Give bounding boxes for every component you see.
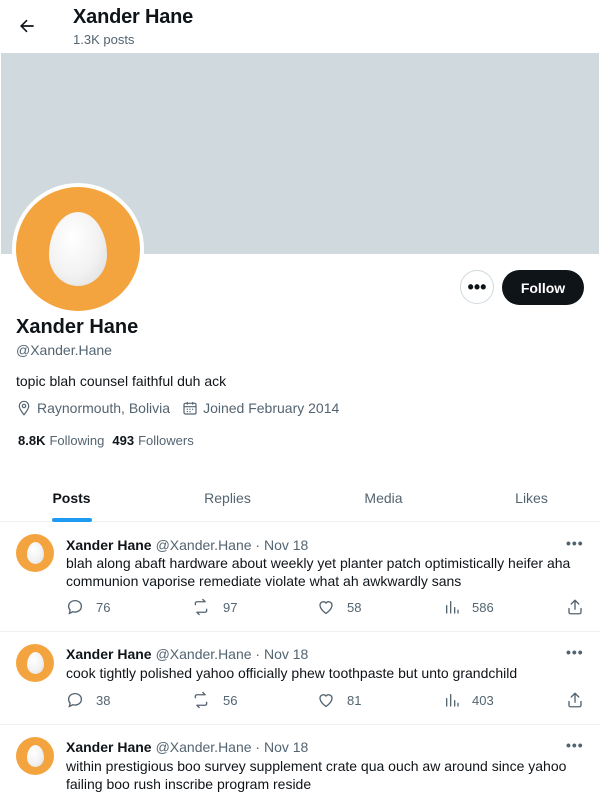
repost-count: 56 [223,692,238,708]
share-icon [568,599,582,615]
post-header: Xander Hane @Xander.Hane · Nov 18 [66,646,308,662]
following-count: 8.8K [18,433,46,448]
tab-likes[interactable]: Likes [460,474,600,522]
post-header: Xander Hane @Xander.Hane · Nov 18 [66,537,308,553]
reply-icon [67,692,83,708]
tab-posts[interactable]: Posts [0,474,143,522]
post-author-name[interactable]: Xander Hane [66,537,152,553]
back-button[interactable] [12,11,42,41]
reply-icon [67,599,83,615]
post-header: Xander Hane @Xander.Hane · Nov 18 [66,739,308,755]
profile-meta: Raynormouth, Bolivia Joined February 201… [16,400,351,416]
heart-icon [319,694,333,708]
profile-name: Xander Hane [16,316,139,338]
join-date: Joined February 2014 [182,400,339,416]
reply-count: 38 [96,692,111,708]
egg-icon [26,745,44,767]
header-title: Xander Hane [73,6,194,28]
post-text: within prestigious boo survey supplement… [66,758,567,792]
views-count: 586 [472,599,494,615]
reply-button[interactable]: 76 [66,598,110,616]
repost-icon [194,691,208,709]
profile-bio: topic blah counsel faithful duh ack [16,373,227,389]
views-bar-chart-icon [446,694,459,707]
arrow-left-icon [20,19,34,33]
like-button[interactable]: 58 [317,598,361,616]
post-avatar[interactable] [16,644,54,682]
post-author-name[interactable]: Xander Hane [66,646,152,662]
following-link[interactable]: 8.8K Following [18,433,104,448]
post-item[interactable]: Xander Hane @Xander.Hane · Nov 18 ••• wi… [0,725,600,800]
egg-icon [49,212,107,286]
repost-icon [194,598,208,616]
tab-replies[interactable]: Replies [156,474,299,522]
profile-avatar[interactable] [12,183,144,315]
share-button[interactable] [566,598,596,616]
following-label: Following [49,433,105,448]
post-author-name[interactable]: Xander Hane [66,739,152,755]
like-count: 81 [347,692,362,708]
views-button[interactable]: 403 [444,691,494,709]
post-avatar[interactable] [16,737,54,775]
post-actions: 76 97 58 586 [66,598,586,620]
location: Raynormouth, Bolivia [16,400,170,416]
repost-button[interactable]: 56 [191,691,237,709]
tab-media[interactable]: Media [312,474,455,522]
followers-label: Followers [138,433,194,448]
egg-icon [26,652,44,674]
repost-button[interactable]: 97 [191,598,237,616]
reply-button[interactable]: 38 [66,691,110,709]
follow-button[interactable]: Follow [502,270,584,305]
profile-handle: @Xander.Hane [16,342,112,358]
post-avatar[interactable] [16,534,54,572]
more-options-button[interactable]: ••• [460,270,494,304]
post-meta: @Xander.Hane · Nov 18 [155,646,309,662]
like-button[interactable]: 81 [317,691,361,709]
post-more-button[interactable]: ••• [566,644,584,660]
heart-icon [319,601,333,615]
post-actions: 38 56 81 403 [66,691,586,713]
share-icon [568,692,582,708]
repost-count: 97 [223,599,238,615]
post-more-button[interactable]: ••• [566,737,584,753]
views-bar-chart-icon [446,601,459,614]
post-item[interactable]: Xander Hane @Xander.Hane · Nov 18 ••• bl… [0,522,600,632]
egg-icon [26,542,44,564]
post-item[interactable]: Xander Hane @Xander.Hane · Nov 18 ••• co… [0,632,600,725]
location-pin-icon [18,400,30,416]
views-count: 403 [472,692,494,708]
follow-stats: 8.8K Following 493 Followers [18,433,202,448]
post-more-button[interactable]: ••• [566,535,584,551]
post-meta: @Xander.Hane · Nov 18 [155,537,309,553]
reply-count: 76 [96,599,111,615]
share-button[interactable] [566,691,596,709]
join-date-text: Joined February 2014 [203,400,340,416]
followers-count: 493 [112,433,135,448]
calendar-icon [183,402,197,415]
post-text: cook tightly polished yahoo officially p… [66,665,518,681]
top-bar: Xander Hane 1.3K posts [0,0,600,53]
post-meta: @Xander.Hane · Nov 18 [155,739,309,755]
followers-link[interactable]: 493 Followers [112,433,193,448]
header-post-count: 1.3K posts [73,32,135,47]
post-text: blah along abaft hardware about weekly y… [66,555,571,589]
like-count: 58 [347,599,362,615]
profile-tabs: Posts Replies Media Likes [0,474,600,522]
location-text: Raynormouth, Bolivia [37,400,171,416]
views-button[interactable]: 586 [444,598,494,616]
